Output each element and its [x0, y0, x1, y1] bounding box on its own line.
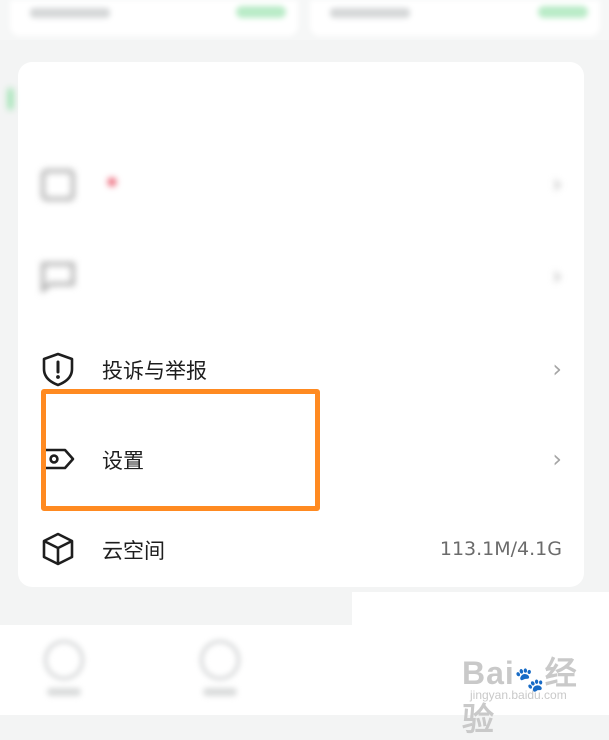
- top-card-right[interactable]: [310, 0, 600, 36]
- cloud-storage-usage: 113.1M/4.1G: [439, 538, 562, 560]
- top-card-left[interactable]: [10, 0, 298, 36]
- top-card-left-text: [30, 8, 110, 18]
- top-card-right-text: [330, 8, 410, 18]
- chevron-right-icon: ›: [552, 262, 562, 290]
- menu-label-blurred-1: [102, 170, 116, 194]
- settings-highlight-box: [41, 389, 320, 511]
- menu-label-cloud: 云空间: [102, 539, 165, 563]
- watermark-url: jingyan.baidu.com: [470, 688, 567, 702]
- top-card-left-badge: [236, 6, 286, 18]
- chevron-right-icon: ›: [552, 170, 562, 198]
- calendar-icon: [41, 169, 75, 201]
- top-strip: [0, 0, 609, 40]
- section-accent: [8, 88, 13, 110]
- chat-icon: [41, 262, 75, 294]
- tab-home[interactable]: [34, 640, 94, 700]
- baidu-watermark: Bai🐾经验 jingyan.baidu.com: [462, 648, 609, 740]
- red-dot-badge: [108, 178, 116, 186]
- tab-discover-label: [203, 688, 237, 696]
- menu-row-cloud[interactable]: 云空间 113.1M/4.1G: [18, 505, 584, 595]
- shield-exclamation-icon: [42, 352, 74, 387]
- chevron-right-icon: ›: [552, 355, 562, 383]
- home-icon: [44, 640, 84, 680]
- discover-icon: [200, 640, 240, 680]
- menu-row-blurred-2[interactable]: ›: [18, 232, 584, 322]
- tab-discover[interactable]: [190, 640, 250, 700]
- menu-row-blurred-1[interactable]: ›: [18, 140, 584, 230]
- watermark-text: Bai: [462, 655, 515, 691]
- menu-label-complaint: 投诉与举报: [102, 359, 207, 383]
- top-card-right-badge: [538, 6, 588, 18]
- chevron-right-icon: ›: [552, 445, 562, 473]
- tab-home-label: [47, 688, 81, 696]
- cube-icon: [42, 532, 74, 566]
